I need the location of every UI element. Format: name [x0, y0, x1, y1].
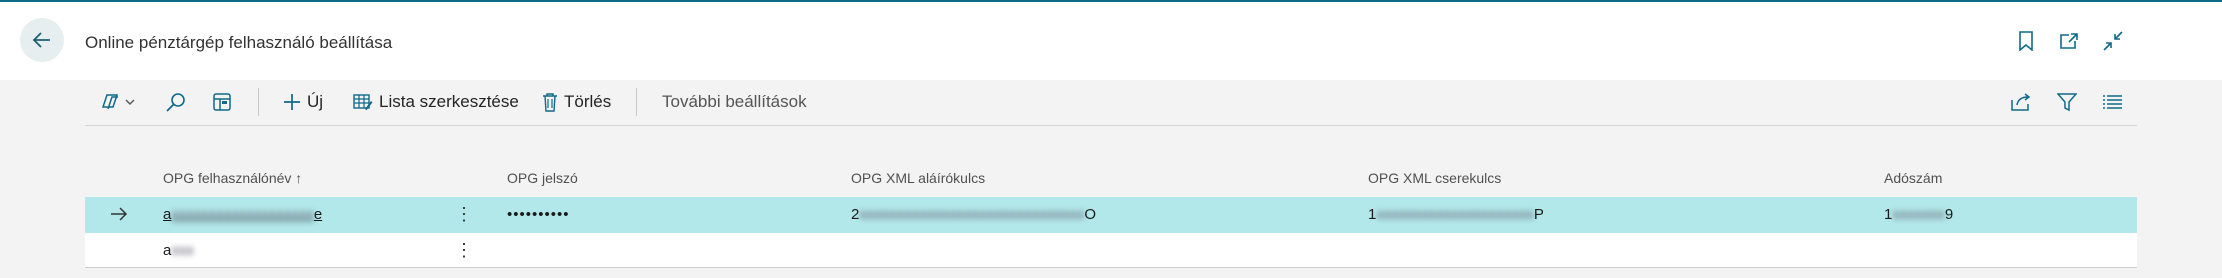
open-in-new-window-icon [2059, 32, 2079, 50]
exchange-key-cell: 1xxxxxxxxxxxxxxxxxxxxxP [1368, 206, 1544, 223]
toolbar-separator [258, 88, 259, 116]
redacted-text: xxxxxxxxxxxxxxxxxxxxx [1376, 206, 1534, 223]
more-options-button[interactable]: További beállítások [662, 89, 807, 115]
column-header-tax-number[interactable]: Adószám [1884, 170, 1942, 186]
table-row[interactable]: axxxxxxxxxxxxxxxxxxxe ⋮ •••••••••• 2xxxx… [85, 197, 2137, 233]
table-row[interactable]: axxx ⋮ [85, 233, 2137, 268]
row-actions-menu[interactable]: ⋮ [455, 239, 473, 261]
search-button[interactable] [165, 89, 187, 115]
new-button-label: Új [307, 92, 324, 111]
bookmark-button[interactable] [2015, 30, 2037, 52]
edit-list-icon [353, 93, 373, 111]
username-cell[interactable]: axxxxxxxxxxxxxxxxxxxe [163, 206, 322, 223]
row-actions-menu[interactable]: ⋮ [455, 203, 473, 225]
column-header-username[interactable]: OPG felhasználónév ↑ [163, 170, 302, 186]
redacted-text: xxxxxxxxxxxxxxxxxxxxxxxxxxxxxx [859, 206, 1085, 223]
list-view-icon [2102, 94, 2122, 110]
collapse-icon [2103, 31, 2123, 51]
filter-pane-icon [212, 92, 232, 112]
redacted-text: xxxxxxxxxxxxxxxxxxx [171, 206, 314, 223]
row-selected-arrow-icon [110, 205, 128, 223]
page-header: Online pénztárgép felhasználó beállítása [0, 2, 2222, 80]
delete-button[interactable]: Törlés [542, 89, 611, 115]
view-switch-icon [100, 92, 136, 112]
switch-view-button[interactable] [100, 89, 136, 115]
bookmark-icon [2018, 31, 2034, 51]
redacted-text: xxxxxxx [1892, 206, 1945, 223]
filter-button[interactable] [2057, 89, 2077, 115]
page-title: Online pénztárgép felhasználó beállítása [85, 33, 393, 52]
sign-key-cell: 2xxxxxxxxxxxxxxxxxxxxxxxxxxxxxxO [851, 206, 1097, 223]
plus-icon [283, 93, 301, 111]
column-header-sign-key[interactable]: OPG XML aláírókulcs [851, 170, 985, 186]
new-button[interactable]: Új [283, 89, 323, 115]
collapse-button[interactable] [2102, 30, 2124, 52]
tax-number-cell: 1xxxxxxx9 [1884, 206, 1954, 223]
open-in-new-window-button[interactable] [2058, 30, 2080, 52]
filter-icon [2057, 92, 2077, 112]
filter-pane-button[interactable] [212, 89, 232, 115]
action-bar: Új Lista szerkesztése Törlés További beá… [85, 80, 2137, 126]
more-options-label: További beállítások [662, 92, 807, 111]
redacted-text: xxx [171, 242, 194, 259]
trash-icon [542, 92, 558, 112]
list-view-button[interactable] [2102, 89, 2122, 115]
edit-list-button[interactable]: Lista szerkesztése [353, 89, 519, 115]
data-grid: OPG felhasználónév ↑ OPG jelszó OPG XML … [85, 160, 2137, 268]
search-icon [165, 91, 187, 113]
password-cell: •••••••••• [507, 206, 570, 223]
share-icon [2010, 92, 2032, 112]
toolbar-separator [636, 88, 637, 116]
column-header-password[interactable]: OPG jelszó [507, 170, 578, 186]
column-header-exchange-key[interactable]: OPG XML cserekulcs [1368, 170, 1501, 186]
share-button[interactable] [2010, 89, 2032, 115]
delete-label: Törlés [564, 92, 612, 111]
back-button[interactable] [20, 18, 64, 62]
back-arrow-icon [32, 30, 52, 50]
sort-ascending-icon: ↑ [295, 170, 303, 186]
username-cell[interactable]: axxx [163, 242, 194, 259]
edit-list-label: Lista szerkesztése [379, 92, 519, 111]
